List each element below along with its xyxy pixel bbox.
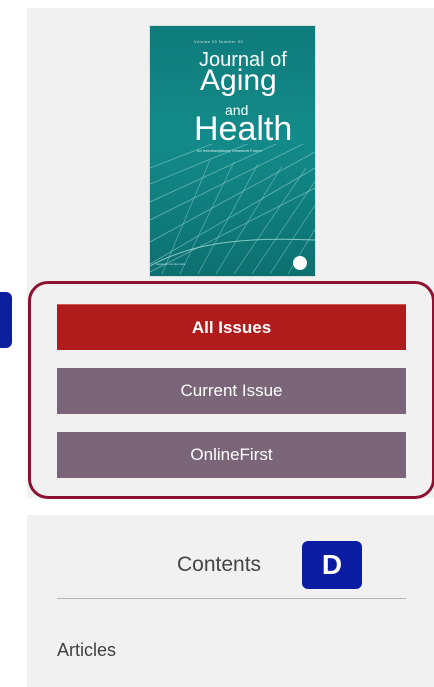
contents-divider bbox=[57, 598, 406, 599]
cover-title-line4: Health bbox=[194, 110, 293, 148]
online-first-button[interactable]: OnlineFirst bbox=[57, 432, 406, 478]
cover-footer: sagepub.com/journals bbox=[156, 262, 186, 266]
articles-link[interactable]: Articles bbox=[57, 640, 116, 661]
cover-title-line2: Aging bbox=[200, 64, 277, 97]
cover-grid-image bbox=[150, 144, 315, 274]
annotation-marker-d: D bbox=[302, 541, 362, 589]
all-issues-button[interactable]: All Issues bbox=[57, 304, 406, 350]
contents-panel bbox=[27, 515, 434, 687]
publisher-logo-icon bbox=[293, 256, 307, 270]
journal-cover[interactable]: Volume 00 Number 00 Journal of Aging and… bbox=[150, 26, 315, 276]
annotation-marker-left bbox=[0, 292, 12, 348]
current-issue-button[interactable]: Current Issue bbox=[57, 368, 406, 414]
cover-volume: Volume 00 Number 00 bbox=[194, 39, 244, 44]
contents-heading: Contents bbox=[177, 553, 262, 576]
